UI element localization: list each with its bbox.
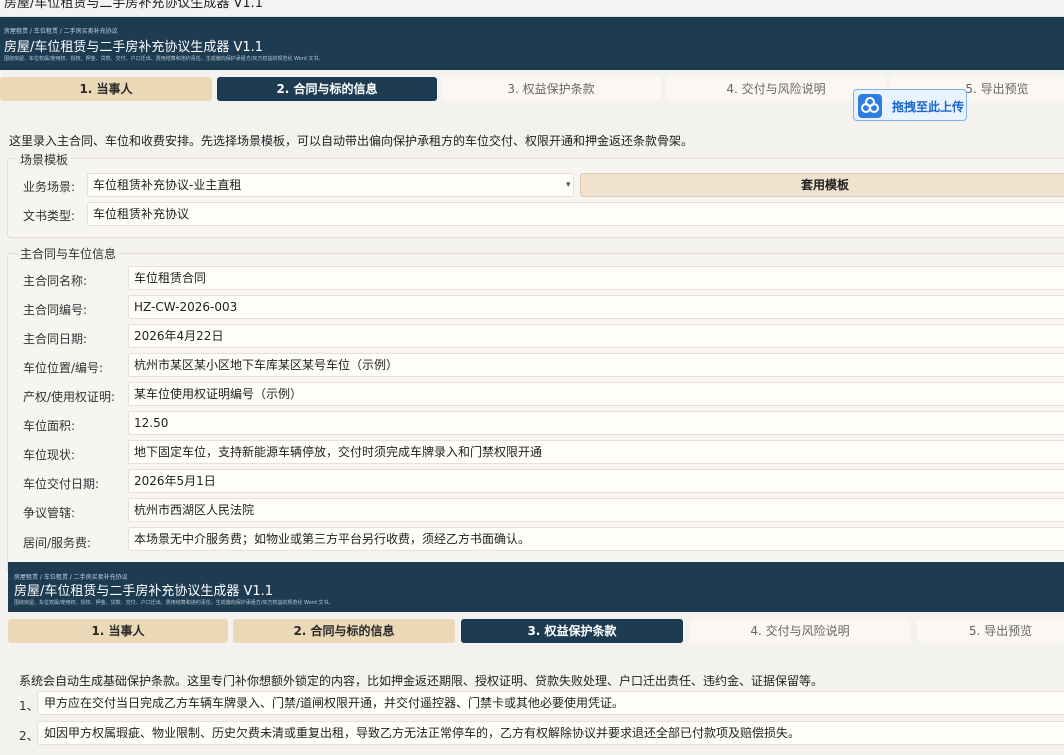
field-label: 产权/使用权证明: [23,390,116,404]
field-label: 车位现状: [23,448,76,462]
custom-clause-input[interactable]: 甲方应在交付当日完成乙方车辆车牌录入、门禁/道闸权限开通，并交付遥控器、门禁卡或… [37,691,1064,715]
chevron-down-icon: ▾ [566,180,571,190]
contract-date-field[interactable]: 2026年4月22日 [128,324,1064,348]
field-label: 车位交付日期: [23,477,100,491]
contract-number-field[interactable]: HZ-CW-2026-003 [128,295,1064,319]
field-label: 主合同日期: [23,332,88,346]
app-header-2: 房屋租赁 / 车位租赁 / 二手房买卖补充协议 房屋/车位租赁与二手房补充协议生… [8,562,1064,612]
clause-number: 2、 [19,729,39,743]
service-fee-field[interactable]: 本场景无中介服务费；如物业或第三方平台另行收费，须经乙方书面确认。 [128,527,1064,551]
clause-number: 1、 [19,699,39,713]
cloud-upload-icon [858,94,882,118]
upload-dropzone[interactable]: 拖拽至此上传 [853,89,967,121]
contract-legend: 主合同与车位信息 [17,245,120,262]
scene-template-section [7,158,1064,238]
delivery-date-field[interactable]: 2026年5月1日 [128,469,1064,493]
parking-status-field[interactable]: 地下固定车位，支持新能源车辆停放，交付时须完成车牌录入和门禁权限开通 [128,440,1064,464]
intro-text: 这里录入主合同、车位和收费安排。先选择场景模板，可以自动带出偏向保护承租方的车位… [9,134,694,148]
apply-template-button[interactable]: 套用模板 [580,173,1064,197]
field-label: 主合同名称: [23,274,88,288]
field-label: 主合同编号: [23,303,88,317]
page-subtitle: 围绕房屋、车位权属/使用权、授权、押金、贷款、交付、户口迁出、费用结算和违约责任… [14,600,334,606]
tab-contract-info[interactable]: 2. 合同与标的信息 [217,77,437,101]
tab-delivery[interactable]: 4. 交付与风险说明 [689,619,911,643]
tab-protection[interactable]: 3. 权益保护条款 [461,619,683,643]
app-header: 房屋租赁 / 车位租赁 / 二手房买卖补充协议 房屋/车位租赁与二手房补充协议生… [0,17,1064,70]
parking-location-field[interactable]: 杭州市某区某小区地下车库某区某号车位（示例） [128,353,1064,377]
business-scene-select[interactable]: 车位租赁补充协议-业主直租 [87,173,574,197]
field-label: 争议管辖: [23,506,76,520]
doctype-field[interactable]: 车位租赁补充协议 [87,202,1064,226]
business-scene-label: 业务场景: [23,180,76,194]
tab-protection[interactable]: 3. 权益保护条款 [441,77,661,101]
tab-parties[interactable]: 1. 当事人 [0,77,212,101]
contract-name-field[interactable]: 车位租赁合同 [128,266,1064,290]
field-label: 车位位置/编号: [23,361,104,375]
page-title: 房屋/车位租赁与二手房补充协议生成器 V1.1 [14,584,274,599]
window-titlebar: 房屋/车位租赁与二手房补充协议生成器 V1.1 – [0,0,1064,17]
protection-intro-text: 系统会自动生成基础保护条款。这里专门补你想额外锁定的内容，比如押金返还期限、授权… [19,674,824,688]
upload-label: 拖拽至此上传 [892,100,965,114]
page-subtitle: 围绕房屋、车位权属/使用权、授权、押金、贷款、交付、户口迁出、费用结算和违约责任… [4,56,324,62]
jurisdiction-field[interactable]: 杭州市西湖区人民法院 [128,498,1064,522]
field-label: 车位面积: [23,419,76,433]
parking-area-field[interactable]: 12.50 [128,411,1064,435]
custom-clause-input[interactable]: 如因甲方权属瑕疵、物业限制、历史欠费未清或重复出租，导致乙方无法正常停车的，乙方… [37,721,1064,745]
minimize-icon[interactable]: – [4,0,1062,7]
field-label: 居间/服务费: [23,536,92,550]
tab-contract-info[interactable]: 2. 合同与标的信息 [233,619,455,643]
tab-export[interactable]: 5. 导出预览 [917,619,1064,643]
doctype-label: 文书类型: [23,209,76,223]
breadcrumb: 房屋租赁 / 车位租赁 / 二手房买卖补充协议 [4,28,118,35]
scene-legend: 场景模板 [17,151,72,168]
ownership-proof-field[interactable]: 某车位使用权证明编号（示例） [128,382,1064,406]
page-title: 房屋/车位租赁与二手房补充协议生成器 V1.1 [4,40,264,55]
tab-parties[interactable]: 1. 当事人 [8,619,228,643]
